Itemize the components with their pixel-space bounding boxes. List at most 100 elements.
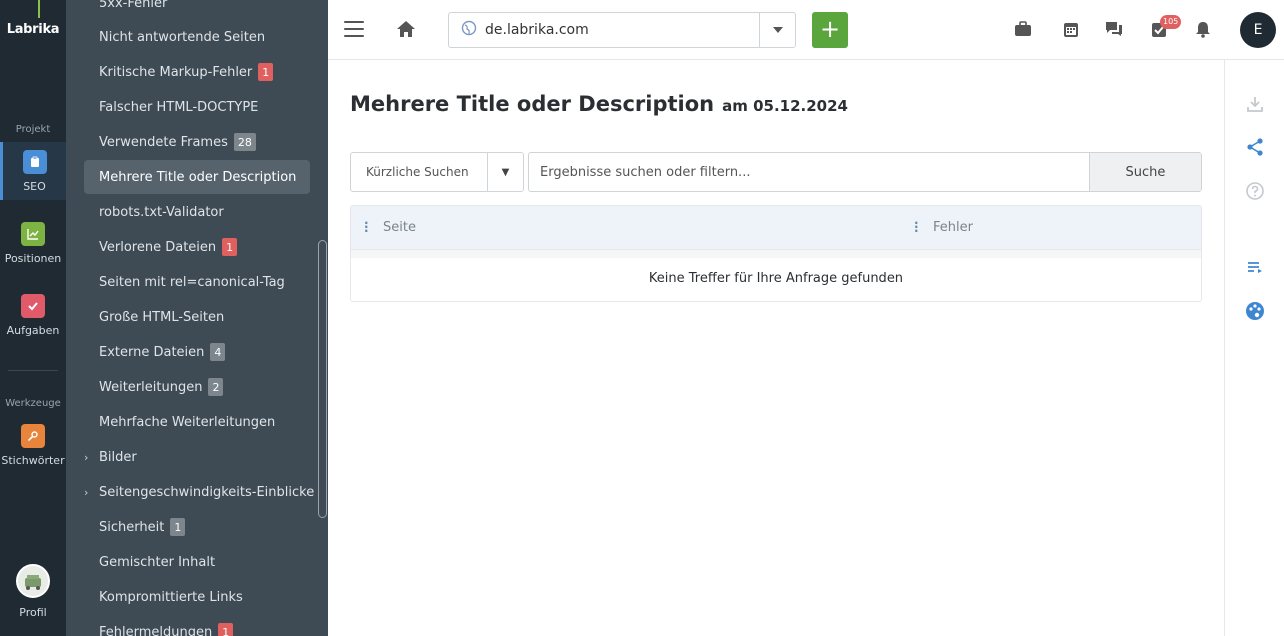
rail-item-label: Aufgaben (6, 324, 60, 337)
menu-item-critical-markup-errors[interactable]: Kritische Markup-Fehler 1 (84, 55, 310, 89)
profile-avatar (16, 564, 50, 598)
menu-item-label: Verwendete Frames (99, 134, 228, 150)
menu-item-wrong-doctype[interactable]: Falscher HTML-DOCTYPE (84, 90, 310, 124)
column-menu-icon[interactable]: · · · (914, 217, 919, 237)
right-toolbar (1224, 60, 1284, 636)
page-title: Mehrere Title oder Description am 05.12.2… (350, 92, 848, 116)
globe-icon (461, 20, 477, 40)
briefcase-icon[interactable] (1014, 20, 1034, 40)
chevron-down-icon[interactable] (759, 13, 795, 47)
recent-searches-label: Kürzliche Suchen (366, 165, 469, 179)
tools-group-label: Werkzeuge (5, 398, 61, 409)
menu-item-frames[interactable]: Verwendete Frames 28 (84, 125, 310, 159)
menu-item-label: Gemischter Inhalt (99, 554, 216, 570)
download-icon[interactable] (1245, 94, 1265, 114)
rail-item-label: Stichwörter (1, 454, 65, 467)
menu-item-label: Fehlermeldungen (99, 624, 213, 636)
menu-item-security[interactable]: Sicherheit 1 (84, 510, 310, 544)
results-table: · · · Seite · · · Fehler Keine Treffer für I… (350, 205, 1202, 302)
report-sidebar: 5xx-Fehler Nicht antwortende Seiten Krit… (66, 0, 328, 636)
domain-selector[interactable]: de.labrika.com (448, 12, 796, 48)
top-bar: de.labrika.com + 105 E (328, 0, 1284, 60)
menu-item-compromised-links[interactable]: Kompromittierte Links (84, 580, 310, 614)
bell-icon[interactable] (1194, 20, 1214, 40)
calendar-icon[interactable] (1062, 20, 1082, 40)
chat-icon[interactable] (1104, 20, 1124, 40)
rail-item-positionen[interactable]: Positionen (0, 222, 66, 265)
menu-item-page-speed[interactable]: › Seitengeschwindigkeits-Einblicke (84, 475, 314, 509)
table-spacer (351, 250, 1201, 258)
count-badge: 1 (222, 238, 238, 256)
menu-item-label: Falscher HTML-DOCTYPE (99, 99, 259, 115)
app-root: Labrika Projekt SEO Positionen Aufgaben … (0, 0, 1284, 636)
sidebar-scrollbar[interactable] (318, 240, 327, 518)
project-group-label: Projekt (15, 124, 51, 135)
menu-item-multiple-redirects[interactable]: Mehrfache Weiterleitungen (84, 405, 310, 439)
search-button[interactable]: Suche (1089, 153, 1201, 191)
menu-item-lost-files[interactable]: Verlorene Dateien 1 (84, 230, 310, 264)
rail-item-seo[interactable]: SEO (0, 142, 66, 200)
recent-searches-select[interactable]: Kürzliche Suchen ▼ (350, 152, 524, 192)
menu-toggle-icon[interactable] (344, 21, 364, 37)
menu-item-label: Verlorene Dateien (99, 239, 217, 255)
palette-icon[interactable] (1245, 301, 1265, 321)
menu-item-multiple-title-description[interactable]: Mehrere Title oder Description (84, 160, 310, 194)
menu-item-label: Externe Dateien (99, 344, 205, 360)
add-project-button[interactable]: + (812, 12, 848, 48)
menu-item-label: robots.txt-Validator (99, 204, 224, 220)
user-avatar[interactable]: E (1240, 12, 1276, 48)
rail-item-label: Positionen (4, 252, 62, 265)
tasks-count-badge: 105 (1160, 15, 1182, 29)
count-badge: 1 (218, 623, 234, 636)
chart-icon (21, 222, 45, 246)
menu-item-label: Mehrfache Weiterleitungen (99, 414, 276, 430)
count-badge: 2 (208, 378, 224, 396)
domain-value: de.labrika.com (485, 22, 589, 38)
count-badge: 1 (258, 63, 274, 81)
rail-item-aufgaben[interactable]: Aufgaben (0, 294, 66, 337)
help-icon[interactable] (1245, 181, 1265, 201)
rail-divider (8, 370, 58, 371)
count-badge: 28 (233, 133, 256, 151)
column-menu-icon[interactable]: · · · (364, 217, 369, 237)
rail-item-label: SEO (23, 180, 46, 193)
menu-item-label: Sicherheit (99, 519, 165, 535)
count-badge: 1 (170, 518, 186, 536)
menu-item-label: Kompromittierte Links (99, 589, 243, 605)
menu-item-images[interactable]: › Bilder (84, 440, 310, 474)
menu-item-large-html[interactable]: Große HTML-Seiten (84, 300, 310, 334)
logo-accent (38, 0, 40, 18)
column-header-fehler[interactable]: Fehler (933, 220, 973, 235)
menu-item-unresponsive-pages[interactable]: Nicht antwortende Seiten (84, 20, 310, 54)
clipboard-icon (22, 150, 47, 174)
menu-item-redirects[interactable]: Weiterleitungen 2 (84, 370, 310, 404)
page-title-text: Mehrere Title oder Description (350, 92, 715, 116)
menu-item-label: Kritische Markup-Fehler (99, 64, 253, 80)
search-input[interactable] (529, 153, 1089, 191)
menu-item-label: Große HTML-Seiten (99, 309, 225, 325)
column-header-seite[interactable]: Seite (383, 220, 416, 235)
home-icon[interactable] (396, 20, 416, 42)
menu-item-label: Weiterleitungen (99, 379, 203, 395)
app-logo[interactable]: Labrika (0, 22, 66, 37)
app-rail: Labrika Projekt SEO Positionen Aufgaben … (0, 0, 66, 636)
menu-item-5xx-errors[interactable]: 5xx-Fehler (84, 0, 310, 20)
menu-item-error-messages[interactable]: Fehlermeldungen 1 (84, 615, 310, 636)
rail-item-profil[interactable]: Profil (0, 564, 66, 619)
report-date: am 05.12.2024 (722, 97, 848, 115)
chevron-down-icon[interactable]: ▼ (487, 153, 523, 191)
key-icon (21, 424, 45, 448)
chevron-right-icon: › (84, 485, 89, 499)
checkmark-icon (21, 294, 45, 318)
rail-item-label: Profil (19, 606, 47, 619)
share-icon[interactable] (1245, 137, 1265, 157)
menu-item-canonical-pages[interactable]: Seiten mit rel=canonical-Tag (84, 265, 310, 299)
empty-state-message: Keine Treffer für Ihre Anfrage gefunden (648, 270, 904, 286)
menu-item-external-files[interactable]: Externe Dateien 4 (84, 335, 310, 369)
rail-item-stichwoerter[interactable]: Stichwörter (0, 424, 66, 467)
menu-item-mixed-content[interactable]: Gemischter Inhalt (84, 545, 310, 579)
menu-item-robots-validator[interactable]: robots.txt-Validator (84, 195, 310, 229)
menu-item-label: Nicht antwortende Seiten (99, 29, 266, 45)
count-badge: 4 (210, 343, 226, 361)
list-icon[interactable] (1245, 258, 1265, 278)
